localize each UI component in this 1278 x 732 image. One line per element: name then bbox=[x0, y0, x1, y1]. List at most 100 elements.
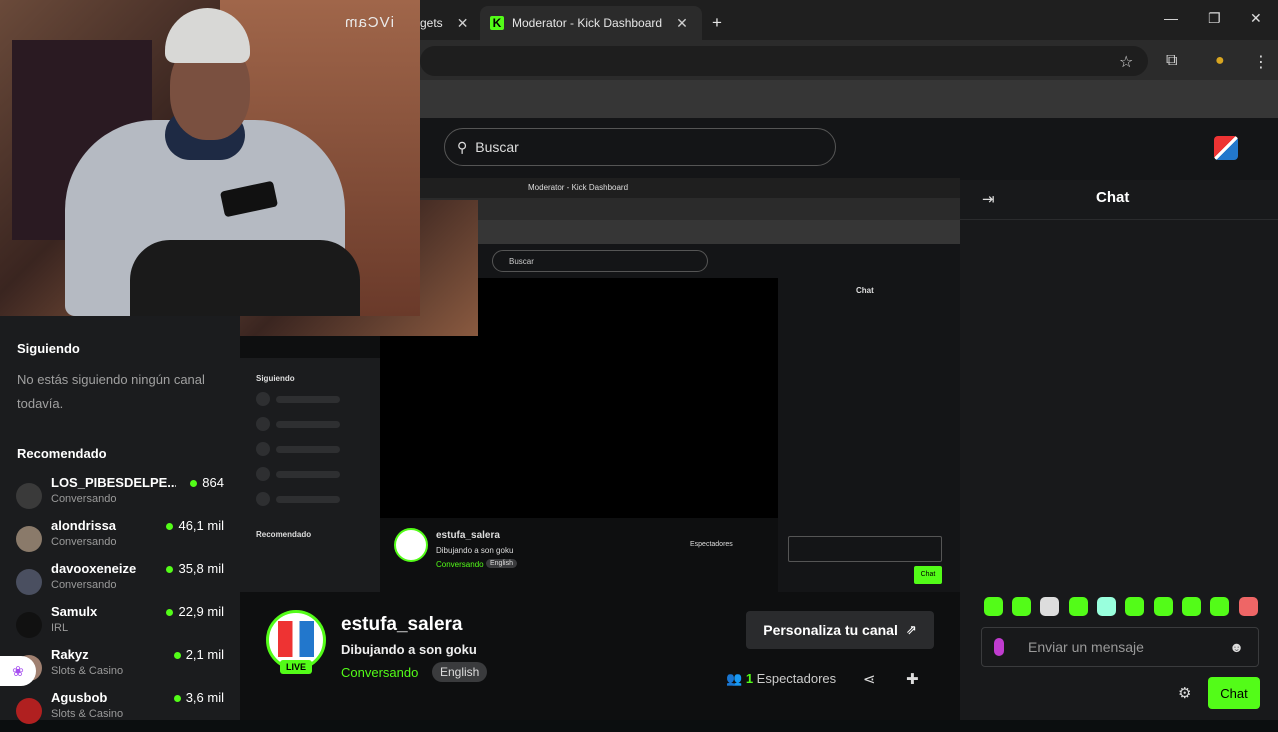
browser-tab[interactable]: gets ✕ bbox=[420, 6, 468, 40]
channel-category: Slots & Casino bbox=[51, 708, 124, 720]
sidebar-channel[interactable]: Rakyz Slots & Casino 2,1 mil bbox=[16, 647, 228, 689]
emote-icon[interactable] bbox=[1012, 597, 1031, 616]
chat-title: Chat bbox=[1096, 189, 1130, 206]
sidebar-channel[interactable]: alondrissa Conversando 46,1 mil bbox=[16, 518, 228, 560]
emote-icon[interactable] bbox=[1210, 597, 1229, 616]
webcam-overlay bbox=[0, 0, 420, 316]
preview-viewers: Espectadores bbox=[690, 541, 733, 548]
stream-category[interactable]: Conversando bbox=[341, 665, 418, 680]
tab-label: gets bbox=[420, 16, 443, 30]
customize-label: Personaliza tu canal bbox=[763, 622, 898, 638]
extensions-icon[interactable]: ⧉ bbox=[1166, 52, 1177, 70]
live-dot bbox=[190, 480, 198, 488]
webcam-watermark: iVCam bbox=[344, 14, 395, 31]
preview-address-bar bbox=[420, 198, 960, 220]
profile-avatar[interactable]: ● bbox=[1215, 52, 1225, 70]
preview-message-box bbox=[788, 536, 942, 562]
channel-name: Samulx bbox=[51, 604, 98, 619]
streamer-name[interactable]: estufa_salera bbox=[341, 614, 462, 636]
preview-tab-bar bbox=[420, 178, 960, 198]
preview-bookmarks bbox=[420, 220, 960, 244]
preview-avatar bbox=[256, 492, 270, 506]
preview-tab-label: Moderator - Kick Dashboard bbox=[528, 183, 629, 192]
emote-icon[interactable] bbox=[1239, 597, 1258, 616]
preview-placeholder bbox=[276, 421, 340, 428]
omnibox[interactable] bbox=[420, 46, 1148, 76]
webcam-person-legs bbox=[130, 240, 360, 316]
window-close-icon[interactable]: ✕ bbox=[1250, 10, 1262, 27]
share-icon[interactable]: ⋖ bbox=[863, 670, 876, 688]
viewer-count: 3,6 mil bbox=[173, 690, 224, 705]
emote-icon[interactable] bbox=[1154, 597, 1173, 616]
language-tag[interactable]: English bbox=[432, 662, 488, 682]
emote-icon[interactable] bbox=[1125, 597, 1144, 616]
sidebar-channel[interactable]: davooxeneize Conversando 35,8 mil bbox=[16, 561, 228, 603]
emoji-icon[interactable]: ☻ bbox=[1229, 639, 1244, 655]
preview-chat-button: Chat bbox=[914, 566, 942, 584]
brain-icon[interactable]: ❀ bbox=[0, 656, 36, 686]
minimize-icon[interactable]: — bbox=[1164, 10, 1178, 26]
browser-tab-active[interactable]: K Moderator - Kick Dashboard ✕ bbox=[480, 6, 702, 40]
search-icon: ⚲ bbox=[457, 138, 468, 155]
preview-avatar bbox=[256, 442, 270, 456]
preview-placeholder bbox=[276, 496, 340, 503]
sidebar-channel[interactable]: Samulx IRL 22,9 mil bbox=[16, 604, 228, 646]
preview-category: Conversando bbox=[436, 560, 484, 569]
preview-streamer: estufa_salera bbox=[436, 530, 500, 541]
preview-title: Dibujando a son goku bbox=[436, 546, 514, 555]
viewer-count-value: 2,1 mil bbox=[185, 647, 224, 662]
preview-avatar bbox=[256, 417, 270, 431]
channel-category: Slots & Casino bbox=[51, 665, 124, 677]
preview-placeholder bbox=[276, 396, 340, 403]
preview-avatar bbox=[394, 528, 428, 562]
follow-user-icon[interactable]: ✚ bbox=[906, 670, 919, 688]
channel-name: Agusbob bbox=[51, 690, 108, 705]
avatar bbox=[16, 569, 42, 595]
gear-icon[interactable]: ⚙ bbox=[1178, 684, 1191, 702]
preview-chat-title: Chat bbox=[856, 286, 874, 295]
channel-name: alondrissa bbox=[51, 518, 117, 533]
viewer-label: Espectadores bbox=[756, 671, 837, 686]
avatar bbox=[16, 612, 42, 638]
emote-icon[interactable] bbox=[1182, 597, 1201, 616]
live-badge: LIVE bbox=[280, 660, 312, 674]
viewers-icon: 👥 bbox=[726, 671, 743, 686]
emote-icon[interactable] bbox=[1097, 597, 1116, 616]
sidebar-channel[interactable]: LOS_PIBESDELPE... Conversando 864 bbox=[16, 475, 228, 517]
customize-channel-button[interactable]: Personaliza tu canal ⇗ bbox=[746, 611, 934, 649]
emote-icon[interactable] bbox=[984, 597, 1003, 616]
emote-icon[interactable] bbox=[1040, 597, 1059, 616]
viewer-count: 👥 1 Espectadores bbox=[726, 671, 836, 687]
channel-category: Conversando bbox=[51, 536, 117, 548]
close-icon[interactable]: ✕ bbox=[676, 15, 688, 32]
live-dot bbox=[173, 695, 181, 703]
search-input[interactable]: ⚲ Buscar bbox=[444, 128, 836, 166]
chat-placeholder: Enviar un mensaje bbox=[1028, 639, 1144, 655]
user-avatar[interactable] bbox=[1214, 136, 1238, 160]
microphone-icon[interactable] bbox=[994, 638, 1004, 656]
avatar bbox=[16, 698, 42, 724]
avatar bbox=[16, 483, 42, 509]
viewer-count-value: 46,1 mil bbox=[178, 518, 224, 533]
send-chat-button[interactable]: Chat bbox=[1208, 677, 1260, 709]
chat-message-input[interactable]: Enviar un mensaje ☻ bbox=[981, 627, 1259, 667]
close-icon[interactable]: ✕ bbox=[457, 15, 469, 32]
following-title: Siguiendo bbox=[17, 341, 80, 356]
restore-icon[interactable]: ❐ bbox=[1208, 10, 1221, 27]
preview-recommended: Recomendado bbox=[256, 530, 312, 539]
channel-category: Conversando bbox=[51, 493, 117, 505]
channel-category: Conversando bbox=[51, 579, 117, 591]
sidebar-channel[interactable]: Agusbob Slots & Casino 3,6 mil bbox=[16, 690, 228, 732]
external-link-icon: ⇗ bbox=[905, 622, 917, 637]
star-icon[interactable]: ☆ bbox=[1119, 52, 1133, 72]
collapse-chat-icon[interactable]: ⇥ bbox=[982, 190, 995, 208]
viewer-count-value: 864 bbox=[202, 475, 224, 490]
new-tab-button[interactable]: + bbox=[712, 6, 722, 40]
menu-icon[interactable]: ⋮ bbox=[1253, 52, 1269, 72]
search-placeholder: Buscar bbox=[475, 139, 519, 155]
live-dot bbox=[166, 566, 174, 574]
preview-following: Siguiendo bbox=[256, 374, 295, 383]
emote-icon[interactable] bbox=[1069, 597, 1088, 616]
emote-bar bbox=[984, 597, 1264, 619]
preview-avatar bbox=[256, 392, 270, 406]
